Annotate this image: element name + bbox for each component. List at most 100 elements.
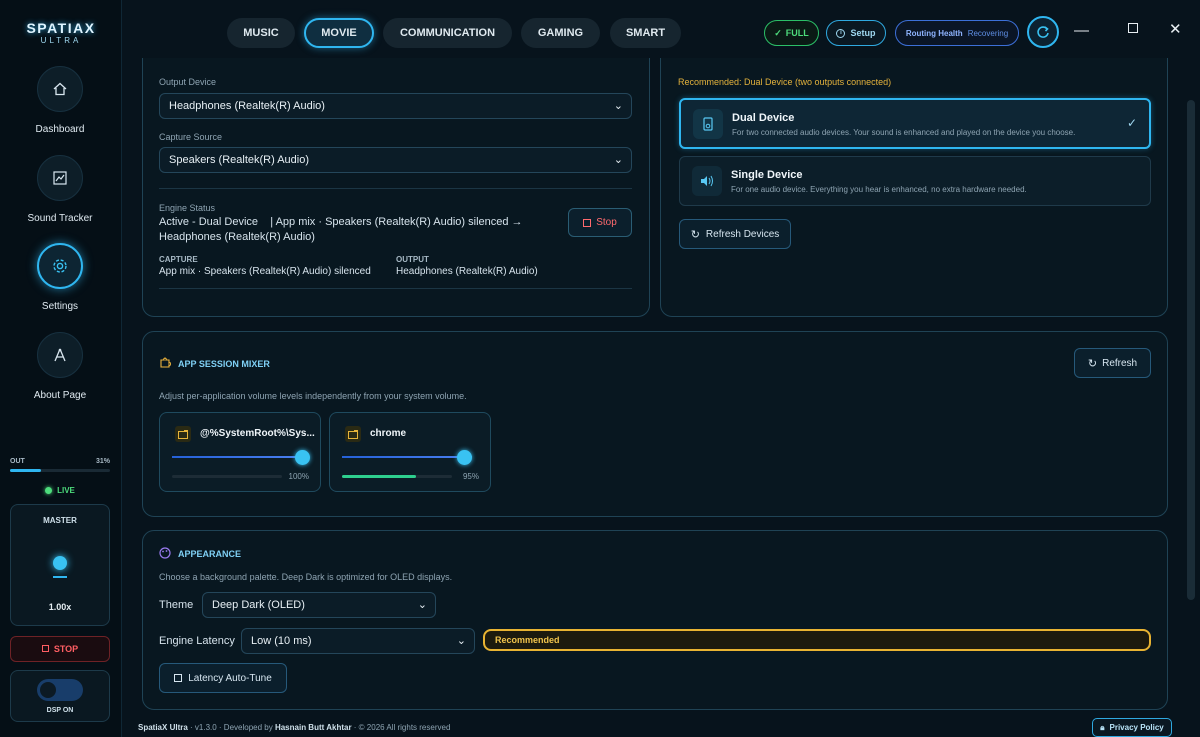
output-device-select[interactable]: Headphones (Realtek(R) Audio) ⌄ xyxy=(159,93,632,119)
chevron-down-icon: ⌄ xyxy=(613,100,623,112)
appearance-title: APPEARANCE xyxy=(178,549,242,559)
single-device-option[interactable]: Single Device For one audio device. Ever… xyxy=(679,156,1151,206)
sidebar-item-label: About Page xyxy=(33,390,87,401)
volume-slider-thumb[interactable] xyxy=(457,450,472,465)
stop-square-icon xyxy=(583,218,592,227)
dual-device-desc: For two connected audio devices. Your so… xyxy=(732,128,1076,137)
recommended-text: Recommended: Dual Device (two outputs co… xyxy=(678,77,892,87)
stop-engine-button[interactable]: Stop xyxy=(568,208,632,237)
output-device-value: Headphones (Realtek(R) Audio) xyxy=(169,100,325,112)
sidebar-item-settings[interactable]: Settings xyxy=(0,243,120,312)
out-value: 31% xyxy=(95,458,110,465)
chart-icon xyxy=(37,155,83,201)
full-mode-button[interactable]: ✓ FULL xyxy=(764,20,819,46)
appearance-description: Choose a background palette. Deep Dark i… xyxy=(159,572,453,582)
autotune-label: Latency Auto-Tune xyxy=(188,672,272,684)
maximize-icon xyxy=(1128,23,1138,33)
scrollbar[interactable] xyxy=(1187,100,1195,600)
refresh-devices-label: Refresh Devices xyxy=(705,228,780,240)
app-volume-percent: 100% xyxy=(288,472,309,481)
master-volume-knob[interactable] xyxy=(53,556,67,570)
sidebar-stop-button[interactable]: STOP xyxy=(10,636,110,662)
volume-slider-track[interactable] xyxy=(172,456,302,458)
sidebar-item-about[interactable]: About Page xyxy=(0,332,120,401)
sidebar-item-label: Dashboard xyxy=(35,124,85,135)
live-indicator: LIVE xyxy=(0,486,120,495)
master-knob-indicator xyxy=(53,576,67,578)
check-icon: ✓ xyxy=(1126,116,1137,130)
latency-autotune-button[interactable]: Latency Auto-Tune xyxy=(159,663,287,693)
latency-label: Engine Latency xyxy=(159,635,235,647)
output-caption: OUTPUT xyxy=(396,255,429,264)
capture-source-select[interactable]: Speakers (Realtek(R) Audio) ⌄ xyxy=(159,147,632,173)
app-level-meter xyxy=(172,475,282,478)
check-icon: ✓ xyxy=(774,27,782,38)
tab-communication[interactable]: COMMUNICATION xyxy=(383,18,512,48)
out-meter-bar xyxy=(10,469,110,472)
dual-device-option[interactable]: Dual Device For two connected audio devi… xyxy=(679,98,1151,149)
stop-label: Stop xyxy=(596,217,617,228)
footer-version: · v1.3.0 · Developed by xyxy=(187,723,275,732)
stop-label: STOP xyxy=(53,644,79,654)
dsp-toggle[interactable] xyxy=(37,679,83,701)
app-level-fill xyxy=(342,475,416,478)
maximize-button[interactable] xyxy=(1128,23,1138,33)
stop-square-icon xyxy=(41,645,49,652)
sidebar-item-sound-tracker[interactable]: Sound Tracker xyxy=(0,155,120,224)
latency-value: Low (10 ms) xyxy=(251,635,312,647)
single-device-name: Single Device xyxy=(731,169,803,181)
sidebar-item-label: Sound Tracker xyxy=(27,213,93,224)
sidebar-item-dashboard[interactable]: Dashboard xyxy=(0,66,120,135)
power-button[interactable] xyxy=(1027,16,1059,48)
health-label: Routing Health xyxy=(905,28,963,38)
tab-music[interactable]: MUSIC xyxy=(227,18,295,48)
master-value: 1.00x xyxy=(48,602,72,612)
volume-slider-thumb[interactable] xyxy=(295,450,310,465)
live-dot-icon xyxy=(45,487,53,494)
logo-title: SPATIAX xyxy=(26,20,96,36)
refresh-icon: ↻ xyxy=(1087,357,1098,370)
privacy-label: Privacy Policy xyxy=(1109,723,1164,732)
footer-copyright: · © 2026 All rights reserved xyxy=(351,723,451,732)
mixer-refresh-button[interactable]: ↻ Refresh xyxy=(1074,348,1151,378)
app-window-icon xyxy=(175,426,191,442)
palette-icon xyxy=(159,547,171,559)
home-icon xyxy=(37,66,83,112)
divider xyxy=(159,188,632,189)
refresh-devices-button[interactable]: ↻ Refresh Devices xyxy=(679,219,791,249)
logo-subtitle: ULTRA xyxy=(40,36,82,45)
mixer-puzzle-icon xyxy=(160,357,171,368)
tab-gaming[interactable]: GAMING xyxy=(521,18,600,48)
setup-button[interactable]: i Setup xyxy=(826,20,886,46)
capture-source-value: Speakers (Realtek(R) Audio) xyxy=(169,154,310,166)
sidebar-item-label: Settings xyxy=(41,301,79,312)
minimize-button[interactable]: — xyxy=(1074,22,1089,39)
output-value: Headphones (Realtek(R) Audio) xyxy=(396,266,538,277)
app-volume-percent: 95% xyxy=(462,472,479,481)
close-button[interactable]: ✕ xyxy=(1169,20,1182,38)
info-circle-icon: i xyxy=(836,28,846,38)
latency-recommended-badge: Recommended xyxy=(483,629,1151,651)
tune-icon xyxy=(174,674,183,682)
routing-health-badge[interactable]: Routing Health Recovering xyxy=(895,20,1019,46)
lock-icon: 🔒︎ xyxy=(1100,722,1105,732)
app-name: @%SystemRoot%\Sys... xyxy=(200,428,315,439)
latency-select[interactable]: Low (10 ms) ⌄ xyxy=(241,628,475,654)
theme-select[interactable]: Deep Dark (OLED) ⌄ xyxy=(202,592,436,618)
gear-icon xyxy=(37,243,83,289)
privacy-policy-button[interactable]: 🔒︎ Privacy Policy xyxy=(1092,718,1172,737)
output-meter: OUT 31% xyxy=(10,458,110,472)
volume-slider-track[interactable] xyxy=(342,456,472,458)
engine-status-label: Engine Status xyxy=(159,203,216,213)
tab-movie[interactable]: MOVIE xyxy=(304,18,374,48)
speaker-tower-icon xyxy=(693,109,723,139)
device-mode-panel: Recommended: Dual Device (two outputs co… xyxy=(660,58,1168,317)
single-device-desc: For one audio device. Everything you hea… xyxy=(731,185,1027,194)
app-volume-card: @%SystemRoot%\Sys... 100% xyxy=(159,412,321,492)
tab-smart[interactable]: SMART xyxy=(610,18,681,48)
app-logo: SPATIAX ULTRA xyxy=(0,20,122,45)
app-window-icon xyxy=(345,426,361,442)
mixer-title: APP SESSION MIXER xyxy=(178,359,270,369)
info-icon xyxy=(37,332,83,378)
capture-source-label: Capture Source xyxy=(159,132,223,142)
